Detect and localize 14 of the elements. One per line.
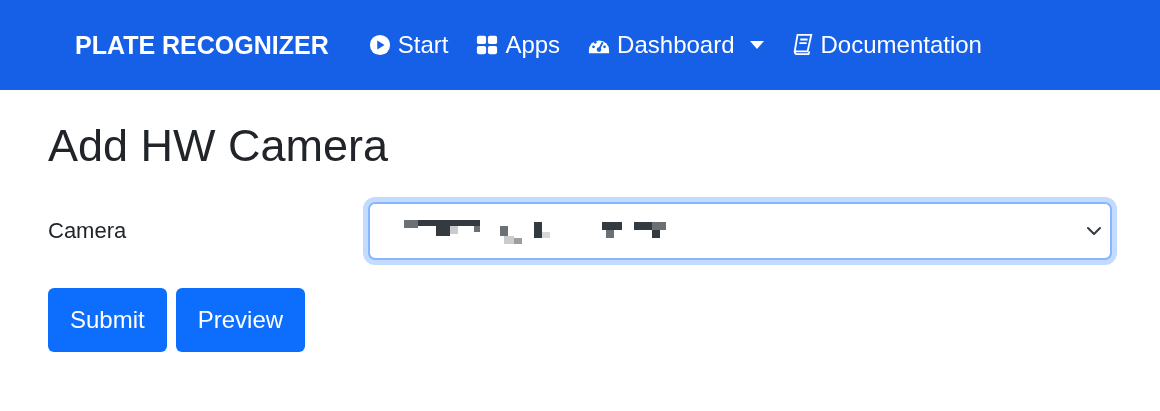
nav-link[interactable]: Documentation	[791, 31, 982, 59]
brand-link[interactable]: PLATE RECOGNIZER	[75, 30, 329, 60]
form-button[interactable]: Preview	[175, 288, 306, 352]
camera-label: Camera	[48, 218, 128, 244]
caret-icon	[749, 41, 764, 49]
book-icon	[791, 34, 814, 56]
chevron-down-icon	[1086, 226, 1102, 236]
page-title: Add HW Camera	[48, 120, 390, 172]
nav-link[interactable]: Start	[368, 31, 449, 59]
form-button[interactable]: Submit	[48, 288, 167, 352]
nav-link[interactable]: Apps	[476, 31, 561, 59]
grid-icon	[476, 34, 499, 56]
nav-link[interactable]: Dashboard	[588, 31, 764, 59]
play-icon	[368, 34, 391, 56]
